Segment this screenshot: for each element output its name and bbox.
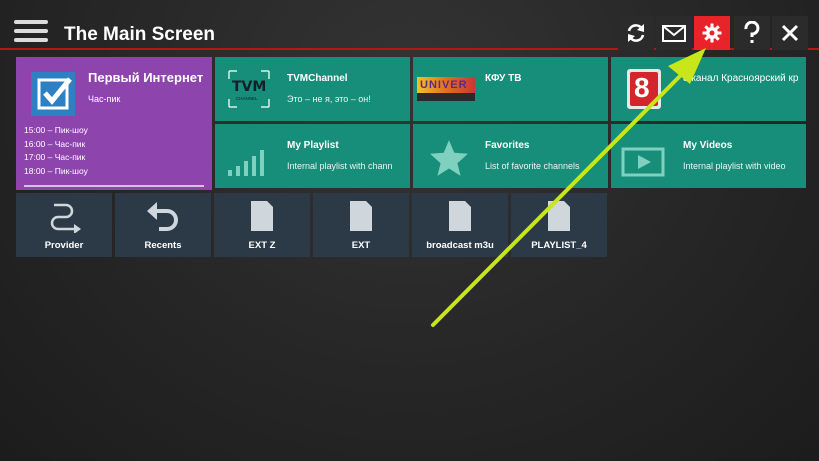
shortcut-label: Provider [44, 240, 84, 251]
progress-bar [24, 185, 204, 187]
playlist-tile-broadcast[interactable]: broadcast m3u [412, 193, 508, 257]
checkbox-logo-icon [31, 72, 75, 116]
schedule-item: 18:00 – Пик-шоу [24, 165, 88, 176]
bars-icon [228, 150, 264, 176]
envelope-icon [662, 25, 686, 42]
file-icon [548, 201, 570, 231]
provider-tile[interactable]: Provider [16, 193, 112, 257]
channel-8-logo: 8 [627, 69, 661, 109]
schedule-item: 15:00 – Пик-шоу [24, 125, 88, 135]
tvm-logo-subtext: CHANNEL [236, 96, 258, 101]
settings-button[interactable] [694, 16, 730, 50]
schedule-item: 16:00 – Час-пик [24, 138, 86, 149]
file-icon [449, 201, 471, 231]
header-bar: The Main Screen [0, 0, 819, 50]
univer-logo: UNIVER [417, 77, 475, 101]
shortcut-label: broadcast m3u [426, 240, 494, 251]
list-subtitle: Internal playlist with video [683, 161, 786, 171]
star-icon [430, 140, 468, 176]
gear-icon [702, 23, 722, 43]
channel-subtitle: Это – не я, это – он! [287, 94, 371, 104]
channel-8-logo-text: 8 [634, 72, 650, 103]
refresh-icon [627, 24, 645, 42]
featured-title: Первый Интернет [88, 70, 204, 85]
file-icon [350, 201, 372, 231]
list-title: Favorites [485, 140, 530, 151]
my-playlist-tile[interactable]: My Playlist Internal playlist with chann [215, 124, 410, 188]
list-title: My Playlist [287, 140, 339, 151]
list-subtitle: Internal playlist with chann [287, 161, 393, 171]
close-icon [781, 24, 799, 42]
channel-title: 8 канал Красноярский кр [683, 73, 799, 84]
playlist-tile-ext-z[interactable]: EXT Z [214, 193, 310, 257]
featured-channel-tile[interactable]: Первый Интернет Час-пик 15:00 – Пик-шоу … [16, 57, 212, 190]
channel-tile-tvm[interactable]: TVM CHANNEL TVMChannel Это – не я, это –… [215, 57, 410, 121]
shortcut-label: EXT [351, 240, 371, 251]
channel-title: КФУ ТВ [485, 73, 522, 84]
recents-tile[interactable]: Recents [115, 193, 211, 257]
messages-button[interactable] [656, 16, 692, 50]
schedule-item: 17:00 – Час-пик [24, 152, 86, 162]
featured-subtitle: Час-пик [88, 94, 121, 104]
help-button[interactable] [734, 16, 770, 50]
playlist-tile-playlist4[interactable]: PLAYLIST_4 [511, 193, 607, 257]
refresh-button[interactable] [618, 16, 654, 50]
univer-logo-text: UNIVER [420, 79, 468, 91]
schedule-list: 15:00 – Пик-шоу 16:00 – Час-пик 17:00 – … [24, 124, 88, 178]
channel-tile-kfu[interactable]: UNIVER КФУ ТВ [413, 57, 608, 121]
close-button[interactable] [772, 16, 808, 50]
my-videos-tile[interactable]: My Videos Internal playlist with video [611, 124, 806, 188]
shortcut-label: EXT Z [248, 240, 276, 251]
favorites-tile[interactable]: Favorites List of favorite channels [413, 124, 608, 188]
file-icon [251, 201, 273, 231]
video-icon [621, 147, 665, 177]
question-icon [744, 21, 760, 43]
shortcut-label: PLAYLIST_4 [531, 240, 587, 251]
hamburger-menu-icon[interactable] [14, 20, 48, 44]
channel-title: TVMChannel [287, 73, 348, 84]
tvm-logo: TVM CHANNEL [227, 69, 271, 109]
provider-icon [50, 203, 81, 233]
page-title: The Main Screen [64, 24, 215, 45]
list-subtitle: List of favorite channels [485, 161, 580, 171]
list-title: My Videos [683, 140, 733, 151]
undo-icon [147, 202, 178, 231]
tvm-logo-text: TVM [232, 79, 267, 95]
playlist-tile-ext[interactable]: EXT [313, 193, 409, 257]
channel-tile-8[interactable]: 8 8 канал Красноярский кр [611, 57, 806, 121]
shortcut-label: Recents [144, 240, 182, 251]
